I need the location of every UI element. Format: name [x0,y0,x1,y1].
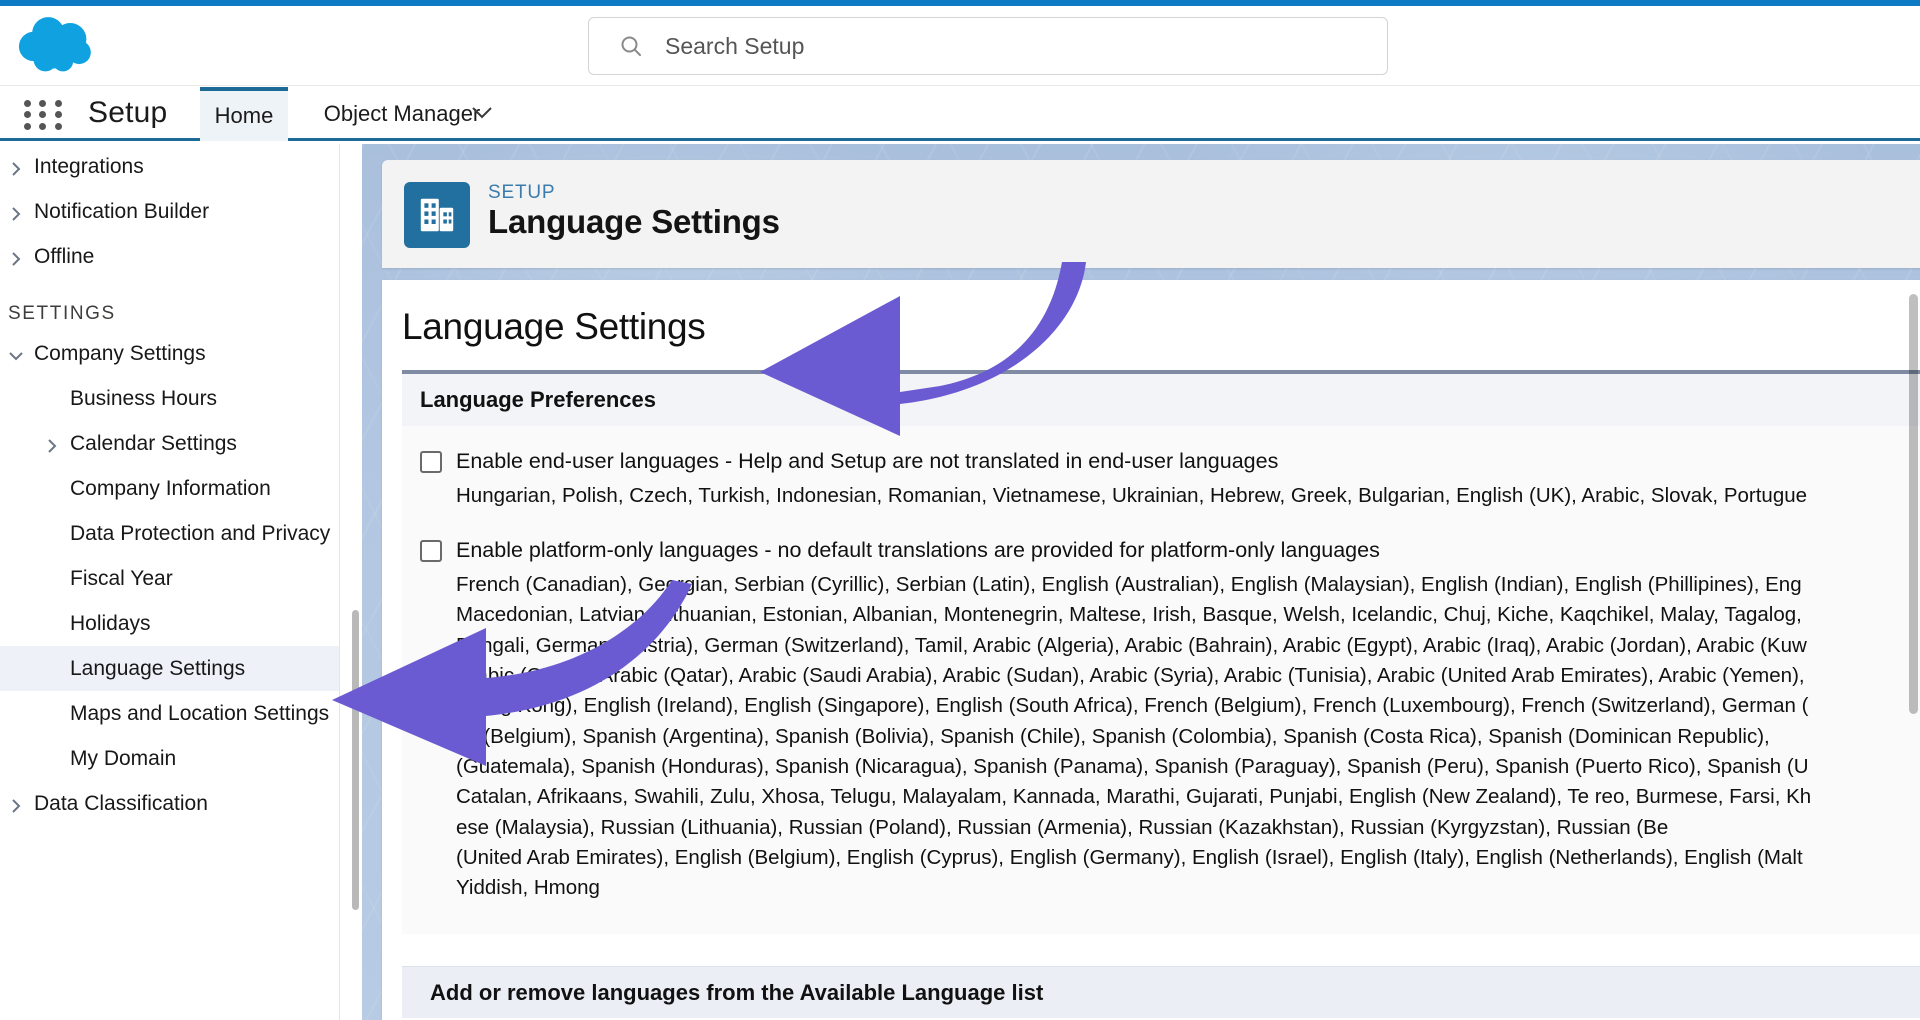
salesforce-cloud-logo[interactable] [16,14,104,76]
app-launcher-waffle-icon[interactable] [22,100,64,130]
sidebar-item-fiscal-year[interactable]: Fiscal Year [0,556,339,601]
sidebar-item-my-domain[interactable]: My Domain [0,736,339,781]
enable-platform-only-languages-label: Enable platform-only languages - no defa… [456,538,1380,563]
end-user-languages-row[interactable]: Enable end-user languages - Help and Set… [420,448,1920,475]
enable-end-user-languages-checkbox[interactable] [420,451,442,473]
tab-home[interactable]: Home [200,87,288,141]
sidebar-item-holidays[interactable]: Holidays [0,601,339,646]
add-remove-languages-header: Add or remove languages from the Availab… [402,966,1920,1018]
page-title: Language Settings [402,306,706,347]
tab-home-label: Home [214,103,274,128]
sidebar-item-label: Holidays [70,611,151,635]
chevron-down-icon[interactable] [470,104,494,122]
chevron-right-icon [8,249,24,266]
language-preferences-section: Language Preferences Enable end-user lan… [402,370,1920,934]
language-preferences-header: Language Preferences [402,374,1920,426]
sidebar-item-notification-builder[interactable]: Notification Builder [0,189,339,234]
sidebar-item-integrations[interactable]: Integrations [0,144,339,189]
tab-object-manager-label: Object Manager [323,101,481,126]
sidebar-item-data-classification[interactable]: Data Classification [0,781,339,826]
global-header [0,6,1920,86]
sidebar-item-company-information[interactable]: Company Information [0,466,339,511]
setup-sidebar[interactable]: Integrations Notification Builder Offlin… [0,144,340,1020]
sidebar-item-business-hours[interactable]: Business Hours [0,376,339,421]
chevron-right-icon [8,159,24,176]
chevron-right-icon [44,436,60,453]
sidebar-item-label: Language Settings [70,656,246,680]
sidebar-item-data-protection-and-privacy[interactable]: Data Protection and Privacy [0,511,339,556]
sidebar-item-label: Company Settings [34,341,206,365]
setup-navigation-bar: Setup Home Object Manager [0,87,1920,141]
sidebar-item-label: Calendar Settings [70,431,237,455]
chevron-down-icon [8,346,24,362]
enable-platform-only-languages-checkbox[interactable] [420,540,442,563]
language-preferences-body: Enable end-user languages - Help and Set… [402,426,1920,934]
platform-only-languages-list: French (Canadian), Georgian, Serbian (Cy… [456,573,1812,900]
enable-end-user-languages-label: Enable end-user languages - Help and Set… [456,449,1279,473]
sidebar-section-settings: SETTINGS [8,303,116,324]
platform-only-languages-row[interactable]: Enable platform-only languages - no defa… [420,537,1920,564]
sidebar-item-language-settings[interactable]: Language Settings [0,646,339,691]
chevron-right-icon [8,204,24,221]
sidebar-item-label: Data Protection and Privacy [70,521,331,545]
sidebar-item-calendar-settings[interactable]: Calendar Settings [0,421,339,466]
main-scrollbar-thumb[interactable] [1909,294,1918,714]
chevron-right-icon [8,796,24,813]
sidebar-item-label: My Domain [70,746,177,770]
building-icon [404,182,470,248]
search-setup-box[interactable] [588,17,1388,75]
page-header-card: SETUP Language Settings [382,160,1920,268]
sidebar-item-label: Maps and Location Settings [70,701,330,725]
sidebar-item-offline[interactable]: Offline [0,234,339,279]
main-content-region: SETUP Language Settings Language Setting… [362,144,1920,1020]
sidebar-item-maps-and-location-settings[interactable]: Maps and Location Settings [0,691,339,736]
sidebar-item-label: Company Information [70,476,271,500]
setup-title: Setup [88,96,168,129]
page-header-title: Language Settings [488,203,780,240]
app-root: Setup Home Object Manager Integrations N… [0,0,1920,1020]
page-header-eyebrow: SETUP [488,182,556,203]
sidebar-item-label: Notification Builder [34,199,210,223]
search-input[interactable] [665,32,1345,60]
language-settings-content-card: Language Settings Language Preferences E… [382,280,1920,1020]
search-icon [619,34,643,58]
end-user-languages-list: Hungarian, Polish, Czech, Turkish, Indon… [456,483,1808,507]
sidebar-scrollbar-thumb[interactable] [352,610,359,910]
sidebar-item-label: Business Hours [70,386,218,410]
sidebar-item-label: Fiscal Year [70,566,173,590]
sidebar-item-company-settings[interactable]: Company Settings [0,331,339,376]
sidebar-item-label: Data Classification [34,791,208,815]
